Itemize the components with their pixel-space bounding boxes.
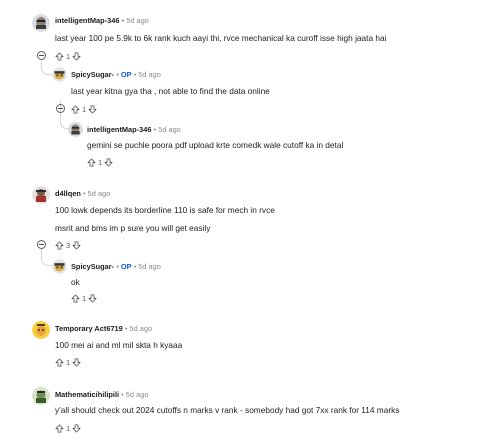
avatar[interactable] [52,67,67,82]
collapse-icon[interactable] [56,104,65,113]
separator: • [124,324,128,333]
arrow-up-icon[interactable] [55,241,64,250]
arrow-up-icon[interactable] [71,105,80,114]
avatar[interactable] [32,186,50,204]
arrow-down-icon[interactable] [72,358,81,367]
timestamp[interactable]: 5d ago [88,189,111,198]
comment-meta: intelligentMap-346 • 5d ago [87,125,181,135]
username[interactable]: d4llqen [55,189,81,198]
vote-actions: 1 [87,157,113,168]
vote-actions: 3 [55,240,81,251]
comment-text: last year 100 pe 5.9k to 6k rank kuch aa… [55,33,387,43]
comment-text: gemini se puchle poora pdf upload krte c… [87,140,344,150]
comment-text: ok [71,277,80,287]
comment-text: msrit and bms im p sure you will get eas… [55,223,211,233]
arrow-up-icon[interactable] [55,358,64,367]
collapse-icon[interactable] [37,51,46,60]
avatar[interactable] [32,387,50,405]
timestamp[interactable]: 5d ago [130,324,153,333]
separator: • [121,390,124,399]
comment-text: 100 lowk depends its borderline 110 is s… [55,205,275,215]
separator: • [153,125,157,134]
arrow-down-icon[interactable] [104,158,113,167]
comment-text: y'all should check out 2024 cutoffs n ma… [55,405,400,415]
vote-score: 1 [66,358,71,367]
vote-actions: 1 [55,423,81,434]
comment-meta: Mathematicihilipili • 5d ago [55,390,148,400]
separator: • [121,16,125,25]
username[interactable]: intelligentMap-346 [87,125,151,134]
arrow-down-icon[interactable] [88,105,97,114]
avatar[interactable] [32,321,50,339]
comment-meta: intelligentMap-346 • 5d ago [55,16,149,26]
username[interactable]: Temporary Act6719 [55,324,123,333]
separator: • [133,262,137,271]
arrow-up-icon[interactable] [71,294,80,303]
thread-connector [41,249,53,266]
vote-actions: 1 [71,104,97,115]
vote-score: 1 [82,105,87,114]
timestamp[interactable]: 5d ago [138,262,161,271]
arrow-up-icon[interactable] [87,158,96,167]
username[interactable]: Mathematicihilipili [55,390,119,399]
vote-actions: 1 [55,357,81,368]
username[interactable]: SpicySugar- [71,262,114,271]
avatar[interactable] [52,259,67,274]
comment-meta: SpicySugar- • OP • 5d ago [71,70,161,80]
vote-score: 1 [66,424,71,433]
collapse-icon[interactable] [37,240,46,249]
avatar[interactable] [68,122,83,137]
separator: • [82,189,86,198]
separator: • [116,262,119,271]
comment-meta: SpicySugar- • OP • 5d ago [71,262,161,272]
comment-meta: Temporary Act6719 • 5d ago [55,324,152,334]
vote-score: 1 [82,294,87,303]
comment-meta: d4llqen • 5d ago [55,189,110,199]
avatar[interactable] [32,14,50,32]
arrow-down-icon[interactable] [88,294,97,303]
vote-actions: 1 [71,293,97,304]
arrow-down-icon[interactable] [72,424,81,433]
vote-actions: 1 [55,51,81,62]
arrow-up-icon[interactable] [55,52,64,61]
timestamp[interactable]: 5d ago [126,390,149,399]
vote-score: 1 [66,52,71,61]
separator: • [133,70,137,79]
arrow-down-icon[interactable] [72,241,81,250]
username[interactable]: intelligentMap-346 [55,16,119,25]
timestamp[interactable]: 5d ago [138,70,161,79]
arrow-up-icon[interactable] [55,424,64,433]
separator: • [116,70,119,79]
arrow-down-icon[interactable] [72,52,81,61]
timestamp[interactable]: 5d ago [158,125,181,134]
comment-text: 100 mei ai and ml mil skta h kyaaa [55,340,183,350]
username[interactable]: SpicySugar- [71,70,114,79]
vote-score: 3 [66,241,71,250]
vote-score: 1 [98,158,103,167]
timestamp[interactable]: 5d ago [126,16,149,25]
op-badge: OP [120,70,132,79]
op-badge: OP [120,262,132,271]
comment-text: last year kitna gya tha , not able to fi… [71,86,270,96]
